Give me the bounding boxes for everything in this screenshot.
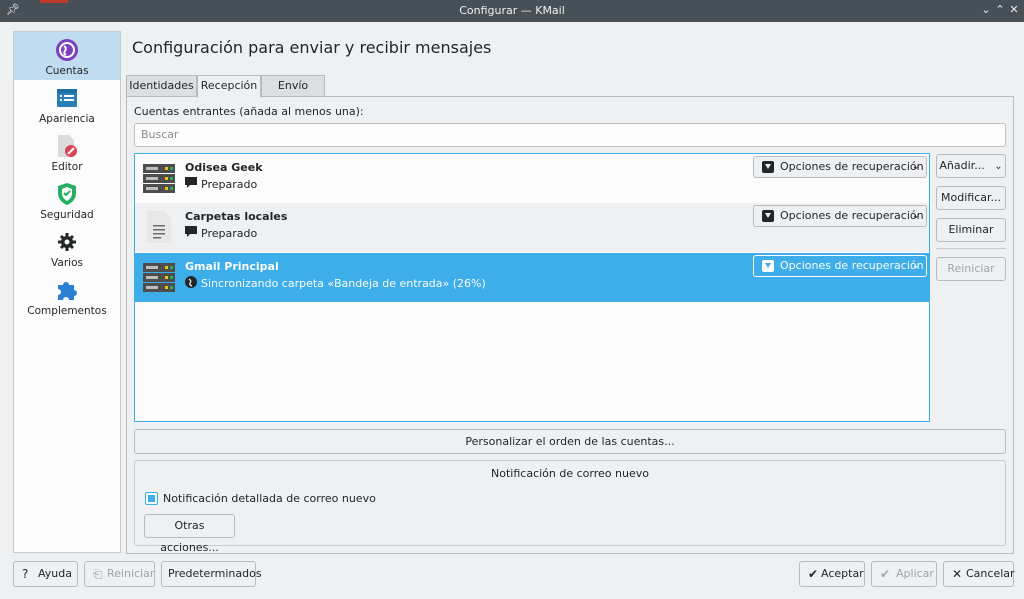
chevron-down-icon: ⌄: [911, 260, 920, 271]
page-title: Configuración para enviar y recibir mens…: [132, 38, 492, 57]
tab-envio[interactable]: Envío: [261, 75, 325, 97]
globe-icon: [185, 276, 197, 288]
accept-button[interactable]: ✔ Aceptar: [799, 561, 865, 587]
incoming-accounts-label: Cuentas entrantes (añada al menos una):: [134, 105, 364, 118]
group-title: Notificación de correo nuevo: [491, 467, 649, 480]
document-icon: [147, 211, 171, 243]
reset-button[interactable]: ⎗ Reiniciar: [84, 561, 155, 587]
apply-label: Aplicar: [896, 567, 934, 580]
tab-identidades[interactable]: Identidades: [126, 75, 197, 97]
sidebar-item-editor[interactable]: Editor: [14, 128, 120, 176]
defaults-button[interactable]: Predeterminados: [161, 561, 262, 587]
server-icon: [143, 164, 175, 193]
sidebar-item-label: Apariencia: [39, 113, 95, 125]
detailed-notification-checkbox[interactable]: [145, 492, 158, 505]
retrieval-options-button[interactable]: Opciones de recuperación ⌄: [753, 205, 927, 227]
new-mail-notification-group: Notificación de correo nuevo Notificació…: [134, 460, 1006, 554]
puzzle-icon: [58, 282, 77, 300]
download-icon: [762, 210, 774, 222]
chevron-down-icon: ⌄: [994, 161, 1003, 172]
defaults-label: Predeterminados: [168, 567, 262, 580]
reset-label: Reiniciar: [107, 567, 155, 580]
sidebar-item-label: Editor: [51, 161, 83, 173]
sidebar-item-varios[interactable]: Varios: [14, 224, 120, 272]
retrieval-options-label: Opciones de recuperación: [780, 160, 924, 173]
chevron-down-icon: ⌄: [911, 161, 920, 172]
server-icon: [143, 263, 175, 292]
download-icon: [762, 161, 774, 173]
globe-icon: [56, 39, 78, 61]
sidebar-item-label: Cuentas: [45, 65, 89, 77]
other-actions-button[interactable]: Otras acciones...: [144, 514, 235, 554]
retrieval-options-button[interactable]: Opciones de recuperación ⌄: [753, 156, 927, 178]
retrieval-options-label: Opciones de recuperación: [780, 259, 924, 272]
help-icon: ?: [22, 567, 29, 581]
window-title: Configurar — KMail: [459, 4, 565, 17]
tab-recepcion[interactable]: Recepción: [197, 75, 261, 98]
restart-account-button[interactable]: Reiniciar: [936, 257, 1006, 281]
speech-bubble-icon: [185, 177, 197, 188]
search-input[interactable]: Buscar: [134, 123, 1006, 147]
shield-icon: [58, 183, 76, 205]
account-row-gmail-principal[interactable]: Gmail Principal Sincronizando carpeta «B…: [135, 253, 929, 302]
sidebar-item-apariencia[interactable]: Apariencia: [14, 80, 120, 128]
account-row-odisea-geek[interactable]: Odisea Geek Preparado Opciones de recupe…: [135, 154, 929, 203]
retrieval-options-label: Opciones de recuperación: [780, 209, 924, 222]
sidebar-item-cuentas[interactable]: Cuentas: [14, 32, 120, 80]
add-account-button[interactable]: Añadir... ⌄: [936, 154, 1006, 178]
sidebar-item-label: Varios: [51, 257, 83, 269]
reset-icon: ⎗: [93, 567, 103, 581]
account-status: Sincronizando carpeta «Bandeja de entrad…: [201, 277, 486, 290]
editor-icon: [58, 135, 77, 157]
accounts-list[interactable]: Odisea Geek Preparado Opciones de recupe…: [134, 153, 930, 422]
cancel-label: Cancelar: [966, 567, 1015, 580]
account-status: Preparado: [201, 227, 258, 240]
remove-account-button[interactable]: Eliminar: [936, 218, 1006, 242]
sidebar-item-seguridad[interactable]: Seguridad: [14, 176, 120, 224]
help-label: Ayuda: [38, 567, 72, 580]
add-account-label: Añadir...: [939, 159, 985, 172]
account-name: Odisea Geek: [185, 161, 263, 174]
detailed-notification-label[interactable]: Notificación detallada de correo nuevo: [163, 492, 376, 505]
close-icon: ✕: [952, 567, 963, 581]
account-row-carpetas-locales[interactable]: Carpetas locales Preparado Opciones de r…: [135, 203, 929, 252]
modify-account-button[interactable]: Modificar...: [936, 186, 1006, 210]
appearance-icon: [57, 89, 77, 107]
download-icon: [762, 260, 774, 272]
checkmark-icon: ✔: [808, 567, 819, 581]
sidebar-item-label: Complementos: [27, 305, 107, 317]
account-name: Gmail Principal: [185, 260, 279, 273]
retrieval-options-button[interactable]: Opciones de recuperación ⌄: [753, 255, 927, 277]
speech-bubble-icon: [185, 226, 197, 237]
help-button[interactable]: ? Ayuda: [13, 561, 78, 587]
account-name: Carpetas locales: [185, 210, 288, 223]
cancel-button[interactable]: ✕ Cancelar: [943, 561, 1015, 587]
chevron-down-icon: ⌄: [911, 210, 920, 221]
sidebar-item-complementos[interactable]: Complementos: [14, 272, 120, 320]
taskbar-strip: [40, 0, 68, 3]
accept-label: Aceptar: [821, 567, 864, 580]
divider: [936, 248, 1006, 249]
sidebar: Cuentas Apariencia Editor Seguridad Vari…: [13, 31, 121, 553]
checkmark-icon: ✔: [880, 567, 891, 581]
sidebar-item-label: Seguridad: [40, 209, 94, 221]
kmail-config-window: 📌︎ Configurar — KMail ⌄ ⌃ ✕ Cuentas Apar…: [0, 0, 1024, 599]
apply-button[interactable]: ✔ Aplicar: [871, 561, 937, 587]
customize-order-button[interactable]: Personalizar el orden de las cuentas...: [134, 429, 1006, 454]
close-icon[interactable]: ✕: [1006, 2, 1022, 18]
titlebar: 📌︎ Configurar — KMail ⌄ ⌃ ✕: [0, 0, 1024, 22]
account-status: Preparado: [201, 178, 258, 191]
gear-icon: [58, 233, 76, 251]
